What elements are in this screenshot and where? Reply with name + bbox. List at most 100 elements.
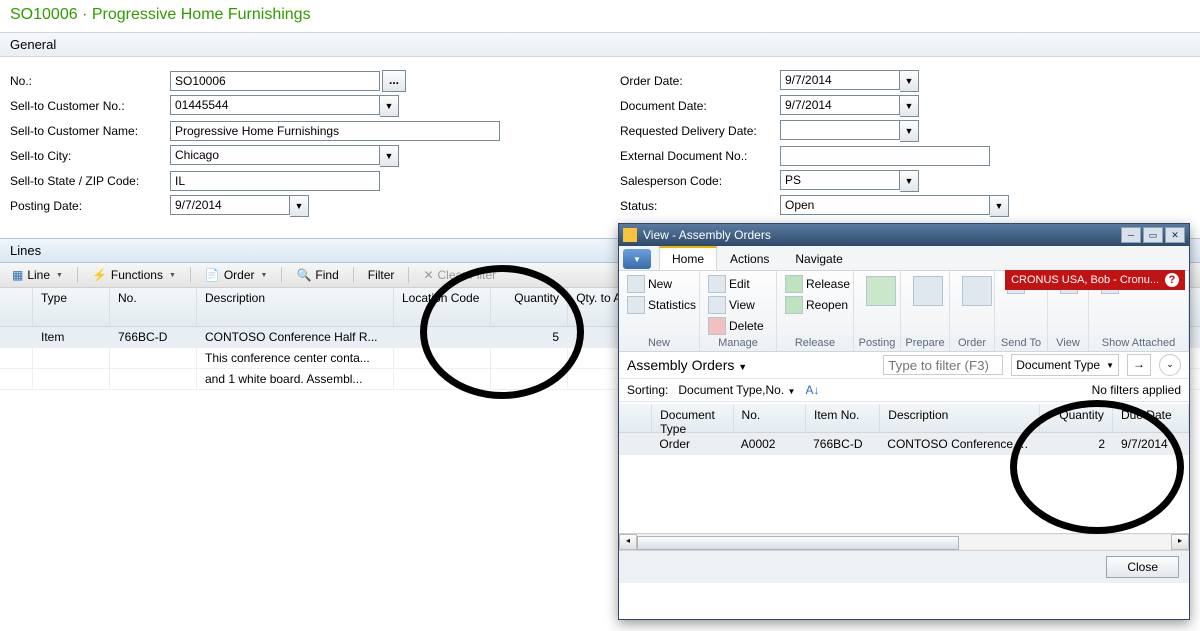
posting-button[interactable] [860, 274, 902, 336]
new-button[interactable]: New [625, 274, 698, 294]
general-section: No.:... Sell-to Customer No.:▼ Sell-to C… [0, 57, 1200, 238]
selltono-input[interactable] [170, 95, 380, 115]
reqdeliv-input[interactable] [780, 120, 900, 140]
posting-icon [866, 276, 896, 306]
release-icon [785, 275, 803, 293]
filter-go-button[interactable]: → [1127, 354, 1151, 376]
release-button[interactable]: Release [783, 274, 852, 294]
no-lookup-button[interactable]: ... [382, 70, 406, 92]
close-button[interactable]: Close [1106, 556, 1179, 578]
assembly-orders-window: View - Assembly Orders ─ ▭ ✕ ▼ Home Acti… [618, 223, 1190, 620]
selltono-dropdown[interactable]: ▼ [380, 95, 399, 117]
col-desc[interactable]: Description [197, 288, 394, 326]
tb-functions-menu[interactable]: ⚡Functions▼ [86, 265, 182, 285]
scroll-right-button[interactable]: ▸ [1171, 534, 1189, 550]
close-window-button[interactable]: ✕ [1165, 227, 1185, 243]
salesperson-dropdown[interactable]: ▼ [900, 170, 919, 192]
edit-icon [708, 275, 726, 293]
tb-clearfilter-button: ✕Clear Filter [417, 265, 502, 285]
edit-button[interactable]: Edit [706, 274, 766, 294]
no-input[interactable] [170, 71, 380, 91]
h-scrollbar[interactable]: ◂ ▸ [619, 533, 1189, 550]
general-header[interactable]: General [0, 32, 1200, 57]
tab-actions[interactable]: Actions [717, 247, 782, 270]
popup-table-row[interactable]: Order A0002 766BC-D CONTOSO Conference H… [619, 433, 1189, 455]
extdoc-label: External Document No.: [620, 149, 780, 163]
tb-order-menu[interactable]: 📄Order▼ [199, 265, 274, 285]
selltoname-input[interactable] [170, 121, 500, 141]
delete-icon [708, 317, 726, 335]
docdate-label: Document Date: [620, 99, 780, 113]
tb-line-menu[interactable]: ▦Line▼ [6, 265, 69, 285]
reopen-icon [785, 296, 803, 314]
maximize-button[interactable]: ▭ [1143, 227, 1163, 243]
sort-asc-icon[interactable]: A↓ [805, 383, 819, 397]
reopen-button[interactable]: Reopen [783, 295, 852, 315]
docdate-input[interactable] [780, 95, 900, 115]
app-icon [623, 228, 637, 242]
tab-navigate[interactable]: Navigate [782, 247, 855, 270]
window-titlebar[interactable]: View - Assembly Orders ─ ▭ ✕ [619, 224, 1189, 246]
ribbon-tabs: ▼ Home Actions Navigate [619, 246, 1189, 271]
col-qty[interactable]: Quantity [491, 288, 568, 326]
pcol-qty[interactable]: Quantity [1040, 404, 1112, 432]
status-label: Status: [620, 199, 780, 213]
orderdate-input[interactable] [780, 70, 900, 90]
pcol-doctype[interactable]: Document Type [652, 404, 733, 432]
selltocity-label: Sell-to City: [10, 149, 170, 163]
postingdate-input[interactable] [170, 195, 290, 215]
filter-field-select[interactable]: Document Type▼ [1011, 354, 1119, 376]
selltoname-label: Sell-to Customer Name: [10, 124, 170, 138]
extdoc-input[interactable] [780, 146, 990, 166]
tb-filter-button[interactable]: Filter [362, 265, 401, 285]
order-button[interactable] [956, 274, 998, 336]
reqdeliv-label: Requested Delivery Date: [620, 124, 780, 138]
col-loc[interactable]: Location Code [394, 288, 491, 326]
selltostate-label: Sell-to State / ZIP Code: [10, 174, 170, 188]
postingdate-label: Posting Date: [10, 199, 170, 213]
help-icon[interactable]: ? [1165, 273, 1179, 287]
tb-find-button[interactable]: 🔍Find [290, 265, 344, 285]
popup-grid-header: Document Type No. Item No. Description Q… [619, 404, 1189, 433]
view-icon [708, 296, 726, 314]
pcol-desc[interactable]: Description [880, 404, 1040, 432]
status-dropdown[interactable]: ▼ [990, 195, 1009, 217]
status-input[interactable] [780, 195, 990, 215]
expand-button[interactable]: ⌄ [1159, 354, 1181, 376]
prepare-button[interactable] [907, 274, 949, 336]
statistics-button[interactable]: Statistics [625, 295, 698, 315]
selltostate-input[interactable] [170, 171, 380, 191]
pcol-item[interactable]: Item No. [806, 404, 880, 432]
col-type[interactable]: Type [33, 288, 110, 326]
row-selector-header [0, 288, 33, 326]
new-icon [627, 275, 645, 293]
selltocity-dropdown[interactable]: ▼ [380, 145, 399, 167]
list-title[interactable]: Assembly Orders ▼ [627, 357, 747, 373]
salesperson-input[interactable] [780, 170, 900, 190]
sort-value[interactable]: Document Type,No. ▼ [678, 383, 795, 397]
orderdate-dropdown[interactable]: ▼ [900, 70, 919, 92]
app-menu-button[interactable]: ▼ [623, 249, 651, 269]
delete-button[interactable]: Delete [706, 316, 766, 336]
tab-home[interactable]: Home [659, 246, 717, 270]
no-filters-label: No filters applied [1092, 383, 1181, 397]
col-no[interactable]: No. [110, 288, 197, 326]
docdate-dropdown[interactable]: ▼ [900, 95, 919, 117]
pcol-no[interactable]: No. [734, 404, 806, 432]
window-title: View - Assembly Orders [643, 228, 771, 242]
minimize-button[interactable]: ─ [1121, 227, 1141, 243]
page-title: SO10006 · Progressive Home Furnishings [0, 0, 1200, 32]
order-icon [962, 276, 992, 306]
prepare-icon [913, 276, 943, 306]
reqdeliv-dropdown[interactable]: ▼ [900, 120, 919, 142]
view-button[interactable]: View [706, 295, 766, 315]
statistics-icon [627, 296, 645, 314]
pcol-due[interactable]: Due Date [1113, 404, 1189, 432]
selltocity-input[interactable] [170, 145, 380, 165]
salesperson-label: Salesperson Code: [620, 174, 780, 188]
filter-input[interactable] [883, 355, 1003, 375]
orderdate-label: Order Date: [620, 74, 780, 88]
postingdate-dropdown[interactable]: ▼ [290, 195, 309, 217]
scroll-left-button[interactable]: ◂ [619, 534, 637, 550]
sort-label: Sorting: [627, 383, 668, 397]
